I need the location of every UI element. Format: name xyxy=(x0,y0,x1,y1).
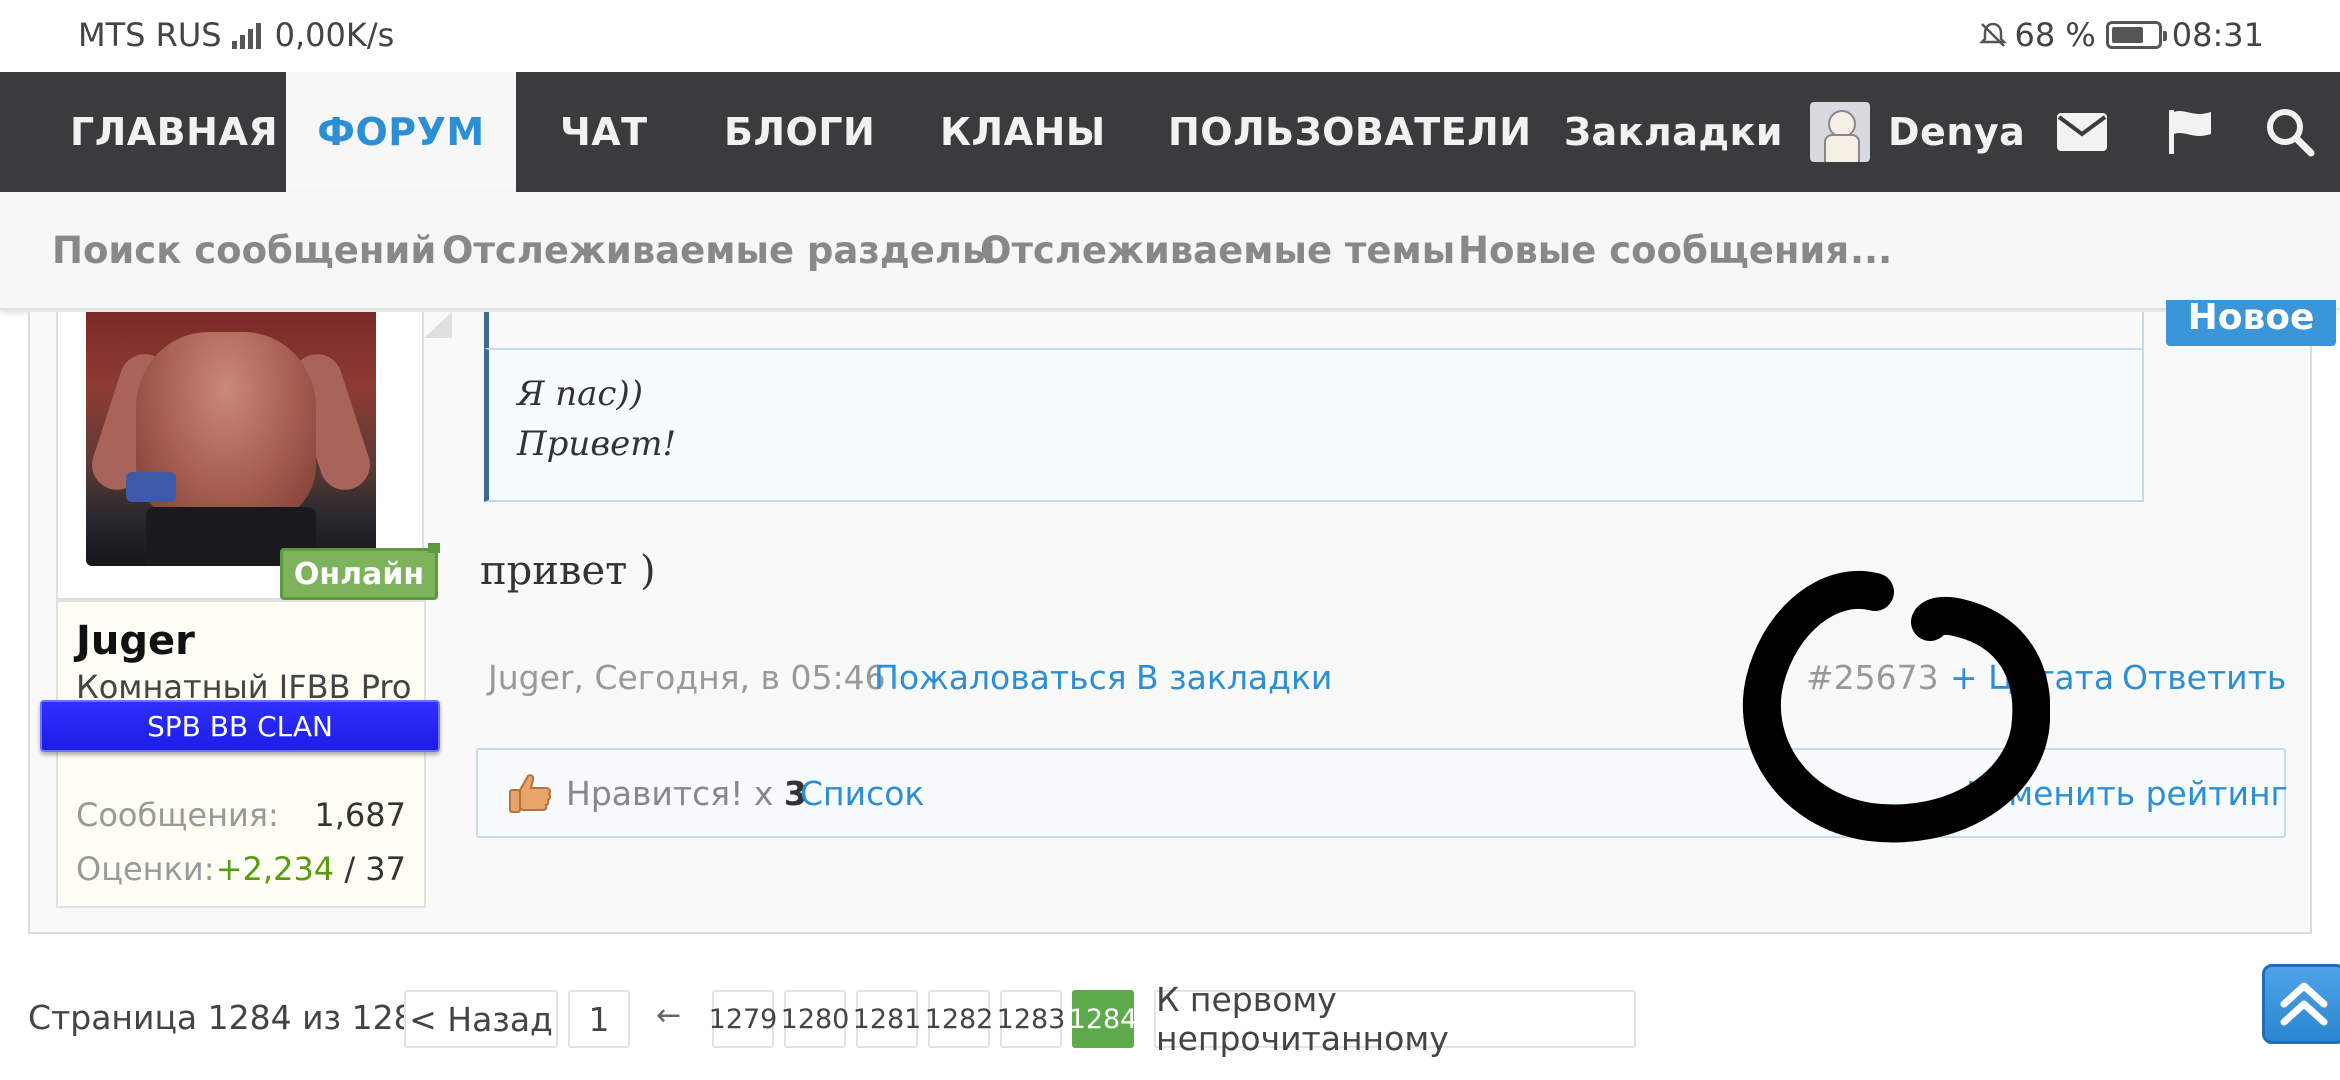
stat-ratings-total: / 37 xyxy=(344,850,406,888)
nav-users[interactable]: ПОЛЬЗОВАТЕЛИ xyxy=(1168,72,1532,192)
pagination-page[interactable]: 1280 xyxy=(781,990,849,1048)
pagination-page[interactable]: 1281 xyxy=(853,990,921,1048)
post-author-date[interactable]: Juger, Сегодня, в 05:46 xyxy=(488,658,886,697)
pagination-ellipsis[interactable]: ← xyxy=(656,998,681,1033)
quote-block: Я пас)) Привет! xyxy=(484,348,2144,502)
thumbs-up-icon xyxy=(506,770,554,818)
reply-link[interactable]: Ответить xyxy=(2122,658,2286,697)
first-unread-button[interactable]: К первому непрочитанному xyxy=(1154,980,1636,1058)
bookmark-link[interactable]: В закладки xyxy=(1136,658,1332,697)
pagination-page[interactable]: 1283 xyxy=(997,990,1065,1048)
online-badge: Онлайн xyxy=(280,543,440,600)
subnav-search-messages[interactable]: Поиск сообщений xyxy=(52,192,436,308)
clan-banner: SPB BB CLAN xyxy=(40,700,440,752)
stat-ratings: Оценки: +2,234 / 37 xyxy=(76,850,406,888)
user-photo[interactable] xyxy=(86,312,376,566)
rate-post-link[interactable]: Изменить рейтинг xyxy=(1966,774,2288,813)
post-number-link[interactable]: #25673 xyxy=(1806,658,1939,697)
status-bar: MTS RUS 0,00K/s 68 % 08:31 xyxy=(0,0,2340,72)
pagination-first[interactable]: 1 xyxy=(568,990,630,1048)
nav-clans[interactable]: КЛАНЫ xyxy=(940,72,1106,192)
likes-prefix: Нравится! x xyxy=(566,774,774,813)
quote-line: Привет! xyxy=(517,424,677,464)
carrier-label: MTS RUS xyxy=(78,16,222,54)
double-chevron-up-icon xyxy=(2280,982,2328,1026)
envelope-icon[interactable] xyxy=(2042,72,2122,192)
stat-ratings-label: Оценки: xyxy=(76,850,215,888)
user-avatar xyxy=(1810,102,1870,162)
stat-messages: Сообщения: 1,687 xyxy=(76,796,406,834)
stat-ratings-positive: +2,234 xyxy=(215,850,335,888)
nav-forum[interactable]: ФОРУМ xyxy=(286,72,516,192)
mute-icon xyxy=(1978,20,2008,50)
nav-chat[interactable]: ЧАТ xyxy=(560,72,648,192)
subnav-watched-threads[interactable]: Отслеживаемые темы xyxy=(980,192,1455,308)
pagination-page[interactable]: 1282 xyxy=(925,990,993,1048)
battery-percent: 68 % xyxy=(2014,16,2096,54)
new-post-button[interactable]: Новое xyxy=(2166,300,2336,346)
report-link[interactable]: Пожаловаться xyxy=(874,658,1127,697)
battery-icon xyxy=(2105,21,2167,49)
nav-user-menu[interactable]: Denya xyxy=(1810,72,2025,192)
pagination-label: Страница 1284 из 1284 xyxy=(28,998,436,1037)
scroll-to-top-button[interactable] xyxy=(2262,964,2340,1044)
likes-list-link[interactable]: Список xyxy=(800,774,924,813)
pagination-current-page[interactable]: 1284 xyxy=(1069,990,1137,1048)
clock: 08:31 xyxy=(2171,16,2264,54)
quote-header xyxy=(484,312,2144,348)
post-message: привет ) xyxy=(480,548,656,594)
flag-icon[interactable] xyxy=(2150,72,2230,192)
stat-messages-label: Сообщения: xyxy=(76,796,279,834)
subnav-watched-forums[interactable]: Отслеживаемые разделы xyxy=(442,192,995,308)
pagination-prev[interactable]: < Назад xyxy=(404,990,558,1048)
quote-line: Я пас)) xyxy=(517,374,644,414)
sub-navigation: Поиск сообщений Отслеживаемые разделы От… xyxy=(0,192,2340,310)
nav-bookmarks[interactable]: Закладки xyxy=(1564,72,1783,192)
network-speed: 0,00K/s xyxy=(274,16,395,54)
bubble-arrow xyxy=(424,312,452,338)
nav-blogs[interactable]: БЛОГИ xyxy=(724,72,875,192)
stat-messages-value: 1,687 xyxy=(314,796,406,834)
search-icon[interactable] xyxy=(2250,72,2330,192)
pagination-page[interactable]: 1279 xyxy=(709,990,777,1048)
subnav-new-messages[interactable]: Новые сообщения xyxy=(1458,192,1849,308)
post-author-name[interactable]: Juger xyxy=(76,618,195,664)
nav-username: Denya xyxy=(1888,110,2026,154)
signal-icon xyxy=(231,21,261,49)
subnav-more[interactable]: ... xyxy=(1850,192,1892,308)
main-navigation: ГЛАВНАЯ ФОРУМ ЧАТ БЛОГИ КЛАНЫ ПОЛЬЗОВАТЕ… xyxy=(0,72,2340,192)
quote-link[interactable]: + Цитата xyxy=(1950,658,2114,697)
nav-home[interactable]: ГЛАВНАЯ xyxy=(70,72,278,192)
likes-summary: Нравится! x 3 xyxy=(566,774,807,813)
